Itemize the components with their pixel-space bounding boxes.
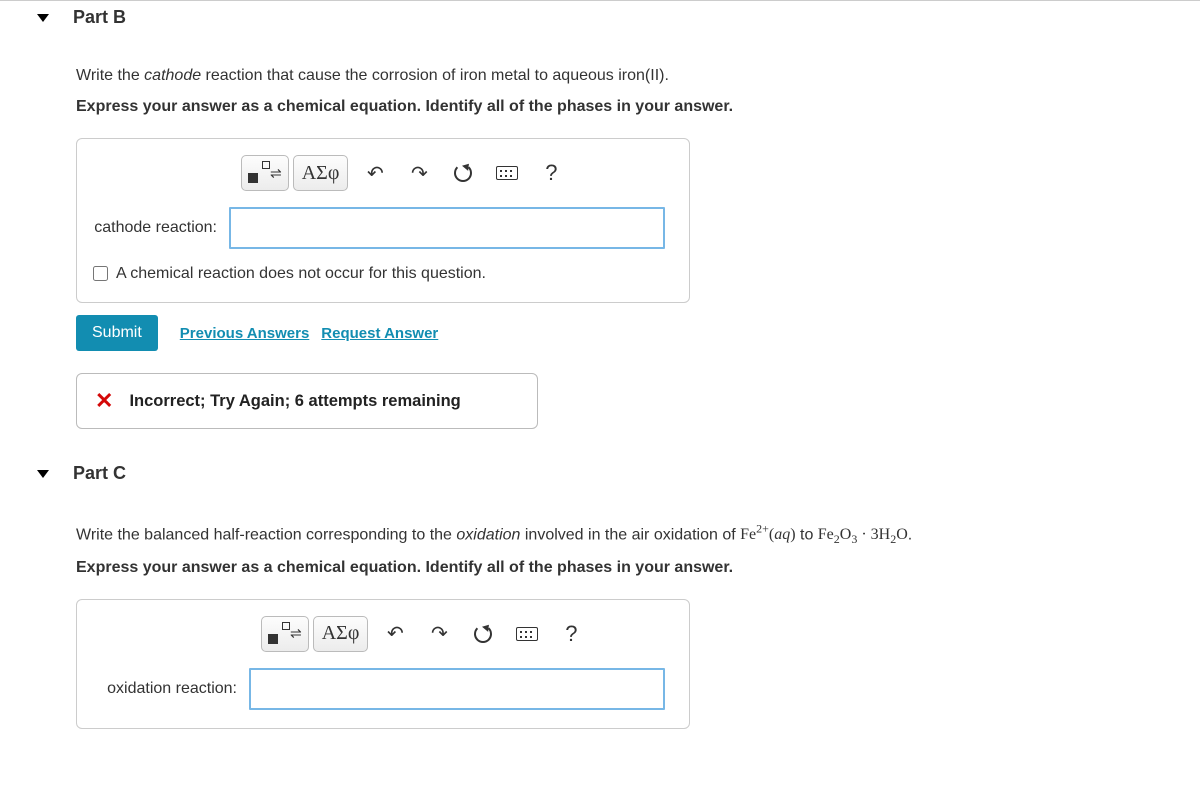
undo-button[interactable]: ↶ xyxy=(378,617,412,651)
equation-editor-c: ⇌ ΑΣφ ↶ ↷ ? xyxy=(76,599,690,729)
oxidation-reaction-input[interactable] xyxy=(249,668,665,710)
feedback-text-b: Incorrect; Try Again; 6 attempts remaini… xyxy=(129,392,460,411)
part-b-content: Write the cathode reaction that cause th… xyxy=(0,36,1200,457)
help-button[interactable]: ? xyxy=(554,617,588,651)
collapse-toggle-icon[interactable] xyxy=(37,14,49,22)
help-icon: ? xyxy=(545,160,557,186)
undo-button[interactable]: ↶ xyxy=(358,156,392,190)
cathode-reaction-label: cathode reaction: xyxy=(89,219,229,237)
template-button[interactable]: ⇌ xyxy=(261,616,309,652)
keyboard-icon xyxy=(496,166,518,180)
keyboard-button[interactable] xyxy=(510,617,544,651)
keyboard-button[interactable] xyxy=(490,156,524,190)
redo-icon: ↷ xyxy=(411,161,428,186)
help-icon: ? xyxy=(565,621,577,647)
redo-button[interactable]: ↷ xyxy=(402,156,436,190)
part-b-instruction: Express your answer as a chemical equati… xyxy=(76,98,1200,116)
request-answer-link-b[interactable]: Request Answer xyxy=(321,325,438,342)
collapse-toggle-icon[interactable] xyxy=(37,470,49,478)
reset-button[interactable] xyxy=(466,617,500,651)
redo-icon: ↷ xyxy=(431,621,448,646)
oxidation-reaction-label: oxidation reaction: xyxy=(89,680,249,698)
cathode-reaction-input[interactable] xyxy=(229,207,665,249)
undo-icon: ↶ xyxy=(387,621,404,646)
species-fe2plus: Fe2+(aq) xyxy=(740,526,795,543)
greek-button[interactable]: ΑΣφ xyxy=(293,155,349,191)
species-fe2o3: Fe2O3 · 3H2O xyxy=(818,526,908,543)
incorrect-icon: ✕ xyxy=(95,388,113,414)
keyboard-icon xyxy=(516,627,538,641)
template-button[interactable]: ⇌ xyxy=(241,155,289,191)
equation-editor-b: ⇌ ΑΣφ ↶ ↷ ? xyxy=(76,138,690,303)
submit-button-b[interactable]: Submit xyxy=(76,315,158,351)
previous-answers-link-b[interactable]: Previous Answers xyxy=(180,325,310,342)
chevron-icon: ⇌ xyxy=(270,165,282,182)
greek-button[interactable]: ΑΣφ xyxy=(313,616,369,652)
equation-toolbar-c: ⇌ ΑΣφ ↶ ↷ ? xyxy=(261,616,677,652)
part-c-instruction: Express your answer as a chemical equati… xyxy=(76,559,1200,577)
template-icon xyxy=(248,163,268,183)
greek-label: ΑΣφ xyxy=(322,622,360,645)
reset-button[interactable] xyxy=(446,156,480,190)
part-c-prompt: Write the balanced half-reaction corresp… xyxy=(76,520,1200,549)
part-b-prompt: Write the cathode reaction that cause th… xyxy=(76,64,1200,88)
no-reaction-label-b: A chemical reaction does not occur for t… xyxy=(116,265,486,283)
redo-button[interactable]: ↷ xyxy=(422,617,456,651)
reset-icon xyxy=(454,164,472,182)
part-c-header[interactable]: Part C xyxy=(0,457,1200,492)
feedback-box-b: ✕ Incorrect; Try Again; 6 attempts remai… xyxy=(76,373,538,429)
part-c-title: Part C xyxy=(73,463,126,484)
reset-icon xyxy=(474,625,492,643)
chevron-icon: ⇌ xyxy=(290,625,302,642)
help-button[interactable]: ? xyxy=(534,156,568,190)
equation-toolbar-b: ⇌ ΑΣφ ↶ ↷ ? xyxy=(241,155,677,191)
part-b-header[interactable]: Part B xyxy=(0,0,1200,36)
part-b-title: Part B xyxy=(73,7,126,28)
no-reaction-checkbox-b[interactable] xyxy=(93,266,108,281)
template-icon xyxy=(268,624,288,644)
part-c-content: Write the balanced half-reaction corresp… xyxy=(0,492,1200,729)
undo-icon: ↶ xyxy=(367,161,384,186)
greek-label: ΑΣφ xyxy=(302,162,340,185)
